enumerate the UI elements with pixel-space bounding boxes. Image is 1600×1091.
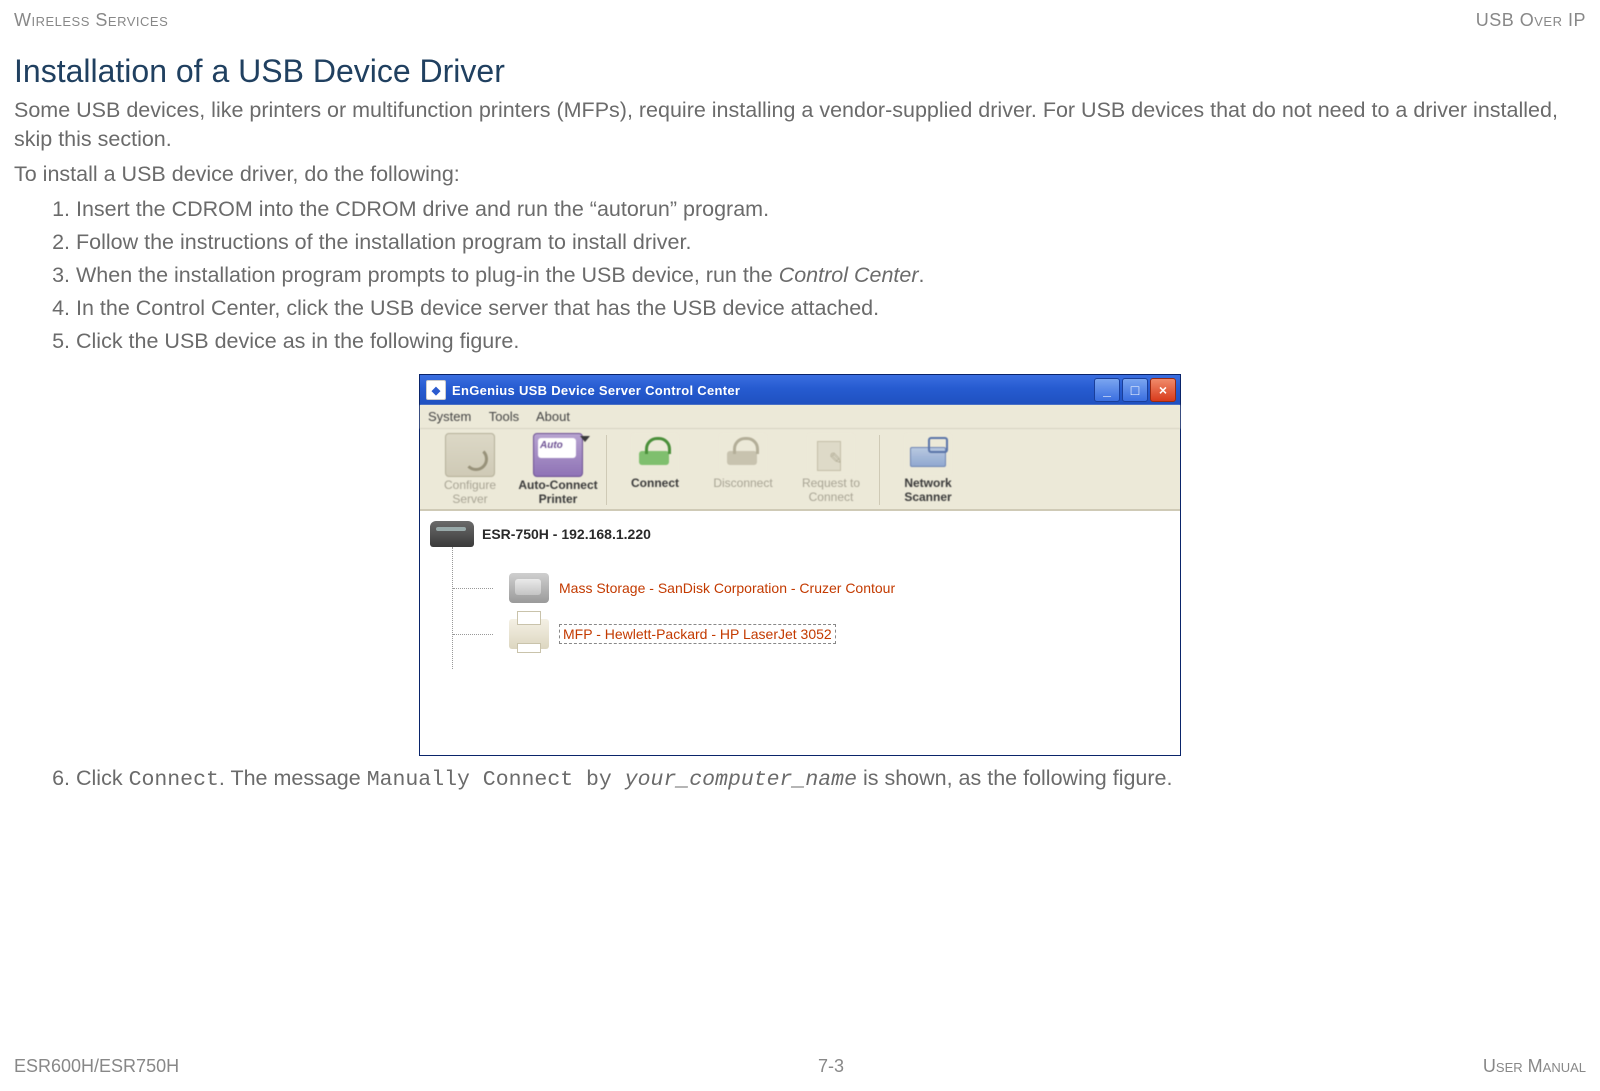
control-center-window: ◆ EnGenius USB Device Server Control Cen… xyxy=(419,374,1181,756)
toolbar-separator-2 xyxy=(879,435,880,505)
toolbar-separator xyxy=(606,435,607,505)
window-titlebar: ◆ EnGenius USB Device Server Control Cen… xyxy=(420,375,1180,405)
intro-paragraph-1: Some USB devices, like printers or multi… xyxy=(14,96,1586,154)
figure-container: ◆ EnGenius USB Device Server Control Cen… xyxy=(14,374,1586,756)
connect-icon xyxy=(631,433,679,475)
page-title: Installation of a USB Device Driver xyxy=(14,53,1586,90)
app-icon: ◆ xyxy=(426,380,446,400)
network-scanner-button[interactable]: Network Scanner xyxy=(884,433,972,505)
menu-system[interactable]: System xyxy=(428,409,471,424)
step-4: In the Control Center, click the USB dev… xyxy=(76,294,1586,323)
step-3: When the installation program prompts to… xyxy=(76,261,1586,290)
tree-children: Mass Storage - SanDisk Corporation - Cru… xyxy=(452,547,1170,669)
minimize-button[interactable]: _ xyxy=(1094,378,1120,402)
manual-page: Wireless Services USB Over IP Installati… xyxy=(0,0,1600,795)
connect-button[interactable]: Connect xyxy=(611,433,699,505)
header-left: Wireless Services xyxy=(14,10,168,31)
window-title: EnGenius USB Device Server Control Cente… xyxy=(452,383,1094,398)
window-buttons: _ □ × xyxy=(1094,378,1176,402)
disconnect-icon xyxy=(719,433,767,475)
server-label: ESR-750H - 192.168.1.220 xyxy=(482,526,651,542)
footer-left: ESR600H/ESR750H xyxy=(14,1056,179,1077)
footer-center: 7-3 xyxy=(818,1056,844,1077)
header-right: USB Over IP xyxy=(1476,10,1586,31)
configure-icon xyxy=(445,433,495,477)
menu-about[interactable]: About xyxy=(536,409,570,424)
step-2: Follow the instructions of the installat… xyxy=(76,228,1586,257)
storage-icon xyxy=(509,573,549,603)
printer-icon xyxy=(509,619,549,649)
auto-connect-printer-button[interactable]: Auto-Connect Printer xyxy=(514,433,602,507)
step-5: Click the USB device as in the following… xyxy=(76,327,1586,356)
maximize-button[interactable]: □ xyxy=(1122,378,1148,402)
mass-storage-label: Mass Storage - SanDisk Corporation - Cru… xyxy=(559,580,895,596)
router-icon xyxy=(430,521,474,547)
request-to-connect-button: Request to Connect xyxy=(787,433,875,505)
step-6: Click Connect. The message Manually Conn… xyxy=(76,764,1586,795)
intro-paragraph-2: To install a USB device driver, do the f… xyxy=(14,160,1586,189)
toolbar: Configure Server Auto-Connect Printer Co… xyxy=(420,429,1180,510)
scanner-icon xyxy=(904,433,952,475)
footer-right: User Manual xyxy=(1483,1056,1586,1077)
tree-item-mass-storage[interactable]: Mass Storage - SanDisk Corporation - Cru… xyxy=(453,573,1170,603)
device-tree: ESR-750H - 192.168.1.220 Mass Storage - … xyxy=(420,510,1180,755)
running-header: Wireless Services USB Over IP xyxy=(14,10,1586,31)
running-footer: ESR600H/ESR750H 7-3 User Manual xyxy=(14,1056,1586,1077)
tree-item-mfp[interactable]: MFP - Hewlett-Packard - HP LaserJet 3052 xyxy=(453,619,1170,649)
step-1: Insert the CDROM into the CDROM drive an… xyxy=(76,195,1586,224)
mfp-label: MFP - Hewlett-Packard - HP LaserJet 3052 xyxy=(559,624,836,644)
request-icon xyxy=(807,433,855,475)
steps-list-continued: Click Connect. The message Manually Conn… xyxy=(14,764,1586,795)
menubar: System Tools About xyxy=(420,405,1180,429)
tree-root-server[interactable]: ESR-750H - 192.168.1.220 xyxy=(430,521,1170,547)
disconnect-button: Disconnect xyxy=(699,433,787,505)
configure-server-button: Configure Server xyxy=(426,433,514,507)
steps-list: Insert the CDROM into the CDROM drive an… xyxy=(14,195,1586,356)
close-button[interactable]: × xyxy=(1150,378,1176,402)
auto-connect-icon xyxy=(533,433,583,477)
menu-tools[interactable]: Tools xyxy=(489,409,519,424)
